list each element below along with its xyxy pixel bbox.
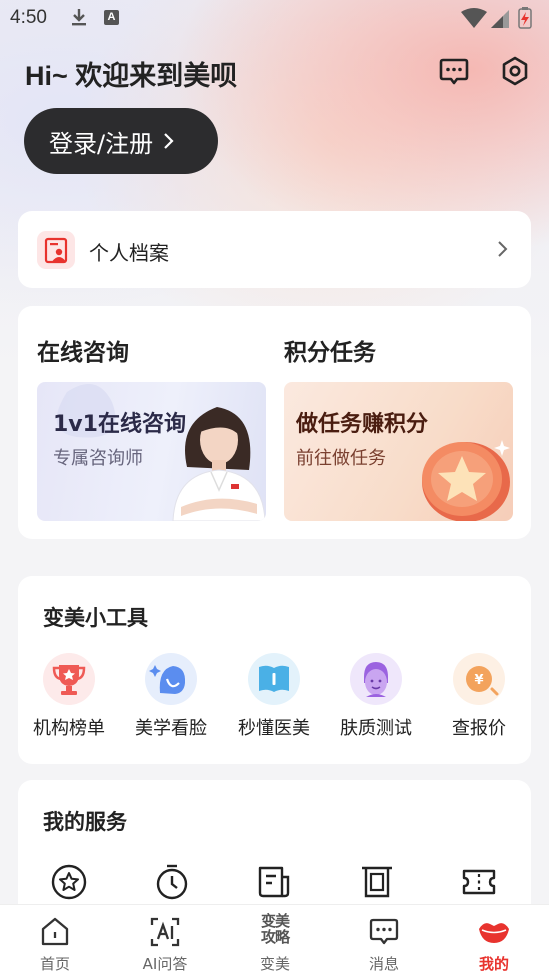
- tool-label: 秒懂医美: [238, 718, 310, 739]
- consult-banner-subtitle: 专属咨询师: [53, 448, 143, 469]
- star-icon[interactable]: [50, 863, 88, 901]
- greeting-title: Hi~ 欢迎来到美呗: [25, 61, 238, 91]
- tool-medical-guide[interactable]: 秒懂医美: [224, 653, 324, 740]
- app-notification-icon: A: [104, 10, 119, 25]
- personal-profile-label: 个人档案: [89, 241, 169, 265]
- chevron-right-icon: [164, 133, 174, 149]
- tab-mine[interactable]: 我的: [439, 905, 549, 977]
- task-banner[interactable]: 做任务赚积分 前往做任务: [284, 382, 513, 521]
- status-time: 4:50: [10, 7, 47, 28]
- status-bar: 4:50 A: [0, 0, 549, 36]
- settings-icon[interactable]: [499, 55, 531, 87]
- personal-profile-row[interactable]: 个人档案: [18, 211, 531, 288]
- tab-label: AI问答: [142, 955, 188, 973]
- tool-ranking[interactable]: 机构榜单: [19, 653, 119, 740]
- tab-label: 变美: [259, 955, 290, 973]
- tool-face-analysis[interactable]: 美学看脸: [121, 653, 221, 740]
- svg-text:¥: ¥: [474, 673, 483, 688]
- face-scan-icon: [145, 653, 197, 705]
- beauty-tools-section: 变美小工具 机构榜单 美学看脸 秒懂医美 肤质测试 ¥ 查报价: [18, 576, 531, 764]
- tool-label: 美学看脸: [135, 718, 207, 739]
- consult-task-section: 在线咨询 积分任务 1v1在线咨询 专属咨询师 做任务赚积分 前往做任务: [18, 306, 531, 539]
- tab-label: 我的: [478, 955, 509, 973]
- consult-banner[interactable]: 1v1在线咨询 专属咨询师: [37, 382, 266, 521]
- login-register-label: 登录/注册: [49, 129, 154, 158]
- tool-label: 查报价: [452, 718, 506, 739]
- tool-price-check[interactable]: ¥ 查报价: [429, 653, 529, 740]
- tab-beauty[interactable]: 变美攻略 变美: [220, 905, 330, 977]
- tab-home[interactable]: 首页: [0, 905, 110, 977]
- tasks-title: 积分任务: [284, 340, 376, 366]
- task-banner-title: 做任务赚积分: [296, 412, 429, 437]
- skin-test-icon: [350, 653, 402, 705]
- services-title: 我的服务: [43, 810, 127, 834]
- signal-battery-icons: [461, 7, 532, 29]
- task-banner-subtitle: 前往做任务: [296, 448, 386, 469]
- chat-bubble-icon[interactable]: [438, 55, 470, 87]
- tools-title: 变美小工具: [43, 606, 148, 630]
- home-icon: [41, 917, 69, 946]
- tool-skin-test[interactable]: 肤质测试: [326, 653, 426, 740]
- star-coin-icon: [422, 440, 510, 521]
- tab-label: 消息: [368, 955, 399, 973]
- advisor-portrait-icon: [172, 407, 266, 521]
- trophy-icon: [43, 653, 95, 705]
- tool-label: 肤质测试: [340, 718, 412, 739]
- chevron-right-icon: [498, 241, 508, 257]
- consult-title: 在线咨询: [37, 340, 129, 366]
- lips-icon: [479, 923, 509, 943]
- profile-file-icon: [37, 231, 75, 269]
- beauty-guide-icon: 变美攻略: [260, 912, 290, 946]
- timer-icon[interactable]: [153, 863, 191, 901]
- tool-label: 机构榜单: [33, 718, 105, 739]
- ticket-icon[interactable]: [460, 863, 498, 901]
- message-icon: [369, 918, 399, 945]
- tab-messages[interactable]: 消息: [329, 905, 439, 977]
- bottom-tab-bar: 首页 AI问答 变美攻略 变美 消息 我的: [0, 904, 549, 977]
- login-register-button[interactable]: 登录/注册: [24, 108, 218, 174]
- tab-label: 首页: [39, 955, 70, 973]
- print-icon[interactable]: [358, 863, 396, 901]
- download-icon: [72, 9, 86, 26]
- book-icon: [248, 653, 300, 705]
- my-services-section: 我的服务: [18, 780, 531, 920]
- document-icon[interactable]: [255, 863, 293, 901]
- ai-icon: [150, 917, 180, 947]
- tab-ai-qa[interactable]: AI问答: [110, 905, 220, 977]
- price-icon: ¥: [453, 653, 505, 705]
